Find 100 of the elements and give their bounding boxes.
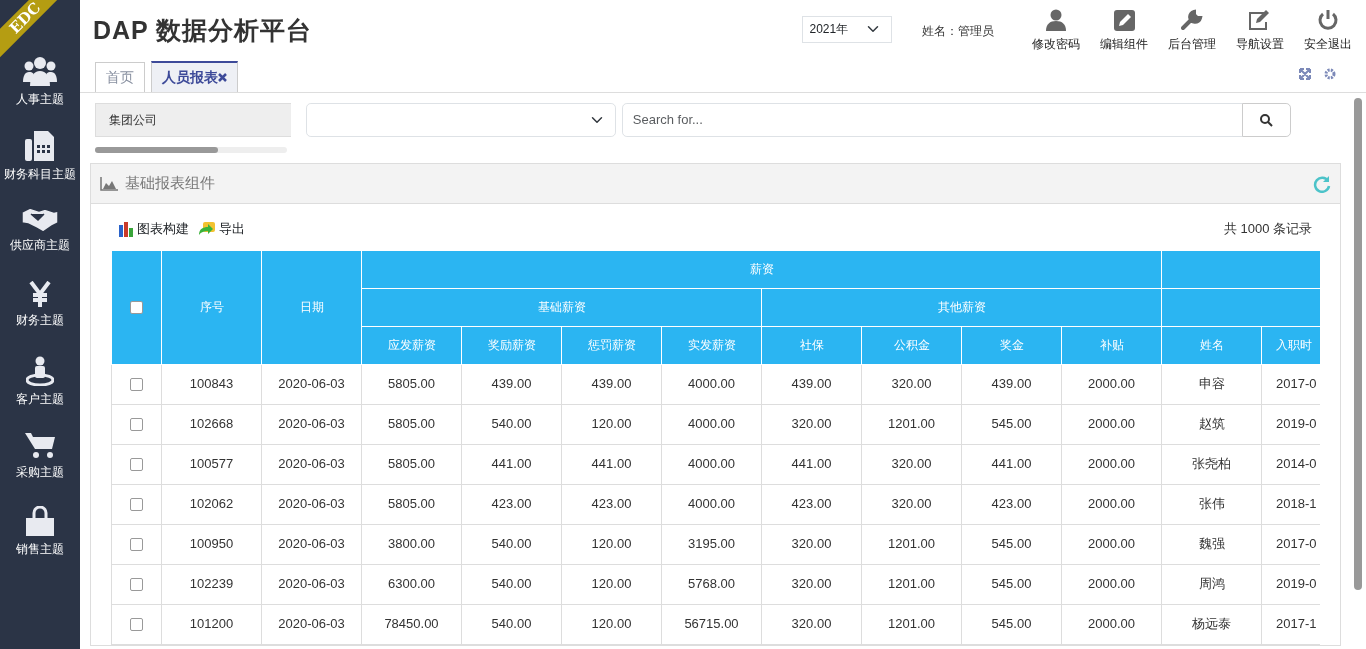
table-cell: 102239: [161, 564, 262, 604]
table-cell: 4000.00: [661, 484, 762, 524]
table-cell: 2020-06-03: [261, 484, 362, 524]
settings-icon[interactable]: [1324, 68, 1336, 80]
table-cell: 120.00: [561, 524, 662, 564]
power-icon: [1317, 9, 1339, 31]
table-cell: 320.00: [761, 404, 862, 444]
scrollbar[interactable]: [1354, 98, 1362, 590]
column-header: 公积金: [861, 326, 962, 364]
company-field[interactable]: 集团公司: [95, 103, 291, 137]
toolbar-button[interactable]: 修改密码: [1022, 8, 1090, 54]
table-cell: 320.00: [761, 564, 862, 604]
table-cell: 545.00: [961, 604, 1062, 644]
table-cell: 540.00: [461, 404, 562, 444]
table-cell: 101200: [161, 604, 262, 644]
table-cell: 120.00: [561, 564, 662, 604]
search-button[interactable]: [1242, 103, 1291, 137]
table-cell: 540.00: [461, 564, 562, 604]
row-checkbox[interactable]: [130, 418, 143, 432]
select-all-checkbox[interactable]: [130, 301, 143, 315]
row-checkbox[interactable]: [130, 538, 143, 552]
table-cell: 120.00: [561, 604, 662, 644]
record-count: 共 1000 条记录: [1223, 220, 1312, 238]
tab[interactable]: 人员报表: [151, 61, 238, 92]
sidebar-item[interactable]: 供应商主题: [10, 236, 70, 254]
table-cell: 赵筑: [1161, 404, 1262, 444]
table-cell: 320.00: [861, 484, 962, 524]
table-cell: 545.00: [961, 564, 1062, 604]
table-cell: 张伟: [1161, 484, 1262, 524]
export-arrow-icon: [197, 220, 216, 237]
table-cell: 120.00: [561, 404, 662, 444]
toolbar-button[interactable]: 后台管理: [1158, 8, 1226, 54]
table-cell: 320.00: [861, 444, 962, 484]
search-field[interactable]: Search for...: [622, 103, 1243, 137]
table-cell: 78450.00: [361, 604, 462, 644]
user-name: 姓名：管理员: [922, 23, 994, 40]
person-pin-icon: [26, 356, 54, 386]
table-cell: 545.00: [961, 404, 1062, 444]
table-cell: 杨远泰: [1161, 604, 1262, 644]
row-checkbox[interactable]: [130, 378, 143, 392]
table-cell: 1201.00: [861, 604, 962, 644]
export-button[interactable]: 导出: [196, 218, 246, 240]
expand-icon[interactable]: [1299, 68, 1311, 80]
user-icon: [1046, 9, 1066, 31]
year-select[interactable]: 2021年: [802, 16, 892, 43]
table-cell: 2000.00: [1061, 564, 1162, 604]
column-header: 日期: [261, 250, 362, 364]
row-checkbox[interactable]: [130, 498, 143, 512]
table-cell: 魏强: [1161, 524, 1262, 564]
table-cell: 5768.00: [661, 564, 762, 604]
table-cell: 439.00: [761, 364, 862, 404]
sidebar-item[interactable]: 财务主题: [16, 311, 64, 329]
sidebar-item[interactable]: 人事主题: [16, 90, 64, 108]
table-cell: 2000.00: [1061, 484, 1162, 524]
column-header: 姓名: [1161, 326, 1262, 364]
table-cell: 540.00: [461, 524, 562, 564]
table-cell: 423.00: [961, 484, 1062, 524]
table-cell: 3195.00: [661, 524, 762, 564]
sidebar-item[interactable]: 客户主题: [16, 390, 64, 408]
table-cell: 5805.00: [361, 364, 462, 404]
table-cell: 100577: [161, 444, 262, 484]
table-cell: 441.00: [961, 444, 1062, 484]
column-header: 惩罚薪资: [561, 326, 662, 364]
chart-builder-button[interactable]: 图表构建: [117, 218, 191, 240]
refresh-icon[interactable]: [1313, 174, 1331, 193]
table-cell: 申容: [1161, 364, 1262, 404]
fax-icon: [25, 131, 55, 161]
column-header: 应发薪资: [361, 326, 462, 364]
table-cell: 1201.00: [861, 404, 962, 444]
table-cell: 540.00: [461, 604, 562, 644]
toolbar-button[interactable]: 导航设置: [1226, 8, 1294, 54]
table-cell: 441.00: [761, 444, 862, 484]
row-checkbox[interactable]: [130, 458, 143, 472]
row-checkbox[interactable]: [130, 578, 143, 592]
table-cell: 102062: [161, 484, 262, 524]
column-header: 奖金: [961, 326, 1062, 364]
table-cell: 320.00: [761, 604, 862, 644]
sidebar-item[interactable]: 采购主题: [16, 463, 64, 481]
table-cell: 441.00: [561, 444, 662, 484]
area-chart-icon: [100, 176, 118, 191]
table-cell: 423.00: [761, 484, 862, 524]
group-header: 薪资: [361, 250, 1162, 288]
table-cell: 100843: [161, 364, 262, 404]
close-icon[interactable]: [218, 73, 227, 82]
table-cell: 5805.00: [361, 484, 462, 524]
edit-icon: [1248, 9, 1272, 31]
table-cell: 100950: [161, 524, 262, 564]
column-header: 入职时: [1261, 326, 1320, 364]
sidebar-item[interactable]: 财务科目主题: [4, 165, 76, 183]
table-cell: 1201.00: [861, 524, 962, 564]
row-checkbox[interactable]: [130, 618, 143, 632]
yen-icon: [29, 281, 51, 307]
column-header: 实发薪资: [661, 326, 762, 364]
toolbar-button[interactable]: 编辑组件: [1090, 8, 1158, 54]
table-cell: 4000.00: [661, 364, 762, 404]
table-cell: 423.00: [461, 484, 562, 524]
scrollbar[interactable]: [95, 147, 287, 153]
table-cell: 2000.00: [1061, 404, 1162, 444]
toolbar-button[interactable]: 安全退出: [1294, 8, 1362, 54]
sidebar-item[interactable]: 销售主题: [16, 540, 64, 558]
